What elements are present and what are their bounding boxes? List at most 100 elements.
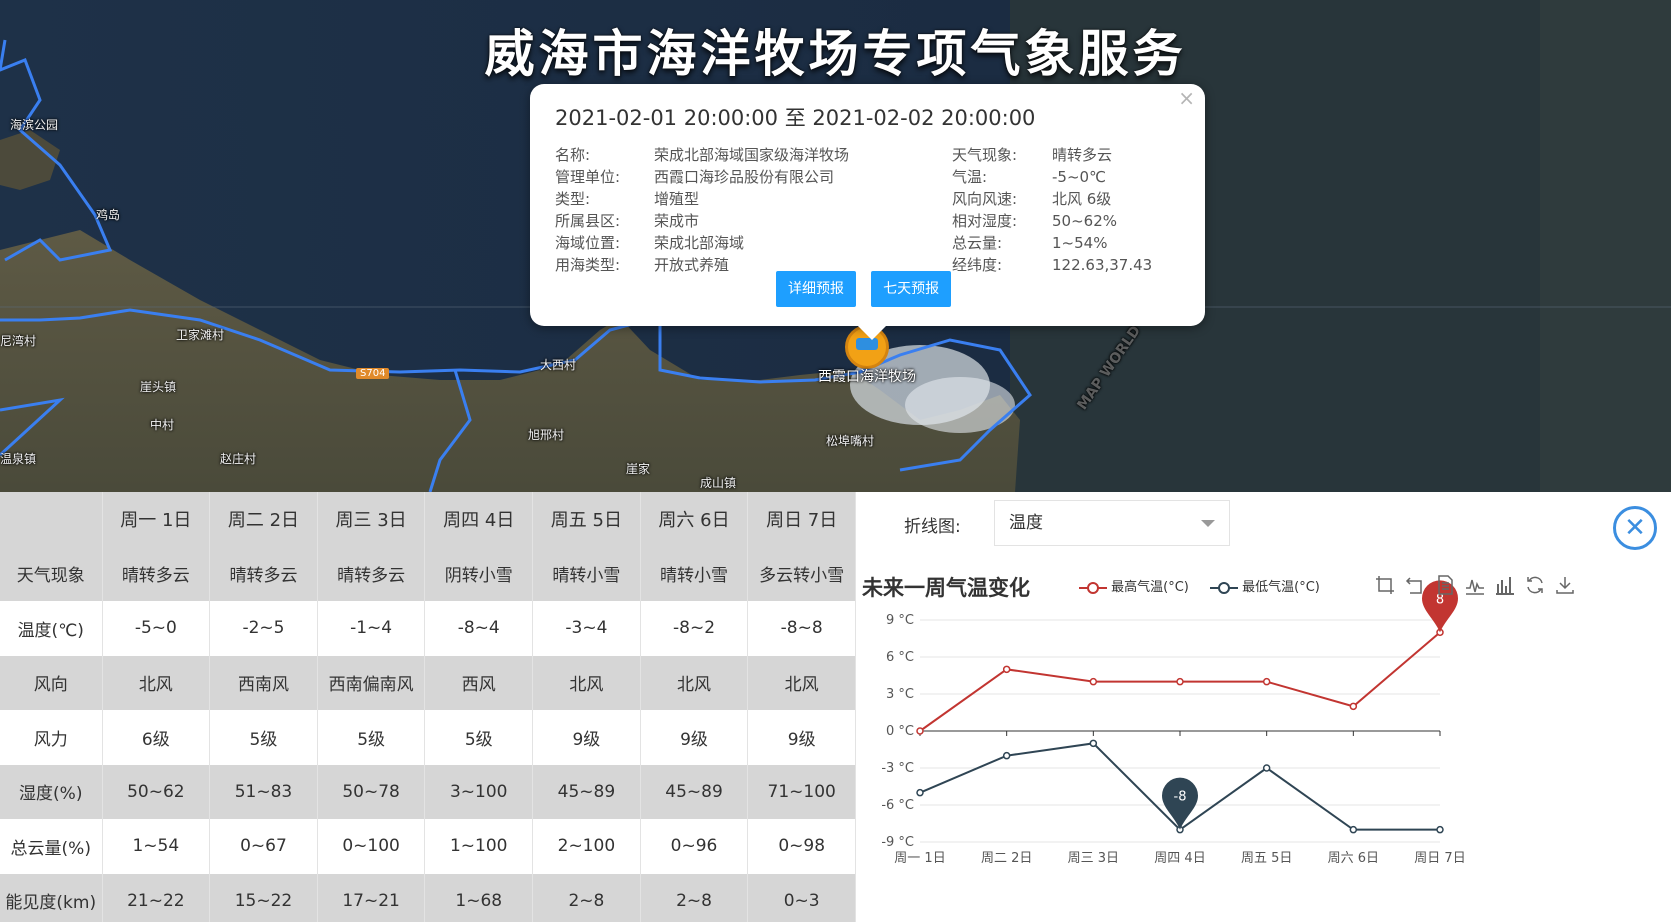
table-cell: 50~62 — [102, 764, 211, 819]
popup-info-value: 西霞口海珍品股份有限公司 — [654, 168, 835, 186]
zoom-reset-icon[interactable] — [1404, 574, 1426, 596]
line-switch-icon[interactable] — [1464, 574, 1486, 596]
table-row: 总云量(%) 1~54 0~67 0~100 1~100 2~100 0~96 0~98 — [0, 819, 856, 874]
x-tick-label: 周五 5日 — [1241, 851, 1292, 866]
table-row: 湿度(%) 50~62 51~83 50~78 3~100 45~89 45~89 71~10… — [0, 764, 856, 819]
table-cell: -8~8 — [747, 601, 856, 656]
detail-forecast-button[interactable]: 详细预报 — [776, 271, 856, 307]
table-day-header: 周四 4日 — [424, 492, 534, 547]
popup-time-range: 2021-02-01 20:00:00 至 2021-02-02 20:00:0… — [555, 106, 1036, 130]
popup-info-value: 50~62% — [1052, 212, 1117, 230]
popup-info-row: 总云量: 1~54% — [952, 232, 1182, 254]
chart-title: 未来一周气温变化 — [862, 576, 1030, 600]
popup-info-row: 气温: -5~0℃ — [952, 166, 1182, 188]
data-point — [1089, 677, 1098, 686]
popup-info-value: 122.63,37.43 — [1052, 256, 1153, 274]
table-cell: 北风 — [102, 655, 211, 710]
legend-item-max[interactable]: 最高气温(°C) — [1079, 576, 1189, 595]
map-label: 卫家滩村 — [176, 328, 225, 342]
table-cell: 5级 — [424, 710, 534, 765]
table-cell: 1~54 — [102, 819, 211, 874]
table-cell: 1~100 — [424, 819, 534, 874]
table-cell: 2~8 — [640, 873, 749, 922]
chart-panel: 折线图: 温度 ✕ 9 °C 6 °C 3 °C 0 °C -3 °C -6 °C -9 °… — [856, 492, 1671, 922]
table-cell: 5级 — [209, 710, 318, 765]
data-view-icon[interactable] — [1434, 574, 1456, 596]
legend-max-icon — [1079, 581, 1107, 594]
table-cell: -1~4 — [317, 601, 426, 656]
popup-info-value: 荣成北部海域国家级海洋牧场 — [654, 146, 850, 164]
data-point — [1176, 677, 1184, 686]
popup-buttons: 详细预报 七天预报 — [776, 271, 961, 307]
table-cell: 3~100 — [424, 764, 534, 819]
popup-info-row: 经纬度: 122.63,37.43 — [952, 254, 1182, 276]
table-cell: 0~100 — [317, 819, 426, 874]
popup-info-key: 气温: — [952, 168, 988, 186]
popup-info-value: 1~54% — [1052, 234, 1108, 252]
map-label: 旭邢村 — [528, 428, 565, 442]
x-tick-label: 周四 4日 — [1154, 851, 1205, 866]
map-label: 赵庄村 — [220, 452, 257, 466]
table-cell: 晴转多云 — [102, 546, 211, 601]
popup-close-icon[interactable]: × — [1178, 88, 1195, 108]
legend-min-label: 最低气温(°C) — [1242, 580, 1320, 595]
table-day-header: 周六 6日 — [640, 492, 749, 547]
table-cell: 1~68 — [424, 873, 534, 922]
map-label: 松埠嘴村 — [826, 434, 875, 448]
zoom-icon[interactable] — [1374, 574, 1396, 596]
road-badge: S704 — [356, 368, 390, 379]
popup-info-key: 用海类型: — [555, 256, 621, 274]
data-point — [1262, 764, 1271, 772]
map-view[interactable]: 海滨公园 鸡岛 尼湾村 卫家滩村 崖头镇 中村 温泉镇 赵庄村 大西村 旭邢村 … — [0, 0, 1671, 492]
table-cell: 6级 — [102, 710, 211, 765]
map-label: 鸡岛 — [96, 208, 121, 222]
table-row-label: 温度(℃) — [0, 601, 103, 656]
table-cell: -8~2 — [640, 601, 749, 656]
table-cell: 阴转小雪 — [424, 546, 534, 601]
table-row: 能见度(km) 21~22 15~22 17~21 1~68 2~8 2~8 0~3 — [0, 873, 856, 922]
map-label: 成山镇 — [700, 476, 737, 490]
y-tick-label: 0 °C — [886, 724, 914, 739]
popup-info-value: 晴转多云 — [1052, 146, 1113, 164]
seven-day-forecast-button[interactable]: 七天预报 — [871, 271, 952, 307]
popup-info-value: 荣成市 — [654, 212, 700, 230]
table-cell: 0~67 — [209, 819, 318, 874]
data-point — [916, 788, 924, 797]
table-row-label: 总云量(%) — [0, 819, 103, 874]
table-cell: -2~5 — [209, 601, 318, 656]
bar-switch-icon[interactable] — [1494, 574, 1516, 596]
table-row-label: 湿度(%) — [0, 764, 103, 819]
legend-item-min[interactable]: 最低气温(°C) — [1210, 576, 1320, 595]
x-tick-label: 周一 1日 — [894, 851, 945, 866]
table-row: 风力 6级 5级 5级 5级 9级 9级 9级 — [0, 710, 856, 765]
popup-info-key: 名称: — [555, 146, 591, 164]
popup-info-grid: 名称: 荣成北部海域国家级海洋牧场 管理单位: 西霞口海珍品股份有限公司 类型: 增殖型所… — [555, 144, 1180, 274]
data-point — [1436, 825, 1444, 834]
y-tick-label: 9 °C — [886, 613, 914, 628]
table-cell: 71~100 — [747, 764, 856, 819]
popup-info-value: 增殖型 — [654, 190, 700, 208]
popup-right-column: 天气现象: 晴转多云 气温: -5~0℃ 风向风速: 北风 6级 相对湿度: 50~62% 总云… — [952, 144, 1182, 276]
table-cell: 9级 — [640, 710, 749, 765]
table-row-label: 风力 — [0, 710, 103, 765]
restore-icon[interactable] — [1524, 574, 1546, 596]
popup-info-row: 海域位置: 荣成北部海域 — [555, 232, 935, 254]
x-tick-label: 周二 2日 — [981, 851, 1032, 866]
table-day-header: 周二 2日 — [209, 492, 318, 547]
table-cell: 北风 — [747, 655, 856, 710]
page-title: 威海市海洋牧场专项气象服务 — [484, 25, 1187, 83]
popup-left-column: 名称: 荣成北部海域国家级海洋牧场 管理单位: 西霞口海珍品股份有限公司 类型: 增殖型所… — [555, 144, 935, 276]
popup-info-value: 开放式养殖 — [654, 256, 730, 274]
map-label: 尼湾村 — [0, 334, 37, 348]
data-point — [1349, 702, 1358, 711]
table-cell: -8~4 — [424, 601, 534, 656]
data-point — [1089, 739, 1098, 748]
popup-info-key: 管理单位: — [555, 168, 621, 186]
table-cell: 21~22 — [102, 873, 211, 922]
table-day-header: 周一 1日 — [102, 492, 211, 547]
popup-info-row: 天气现象: 晴转多云 — [952, 144, 1182, 166]
table-corner-cell — [0, 492, 103, 547]
table-row-label: 天气现象 — [0, 546, 103, 601]
save-image-icon[interactable] — [1554, 574, 1576, 596]
popup-info-row: 相对湿度: 50~62% — [952, 210, 1182, 232]
